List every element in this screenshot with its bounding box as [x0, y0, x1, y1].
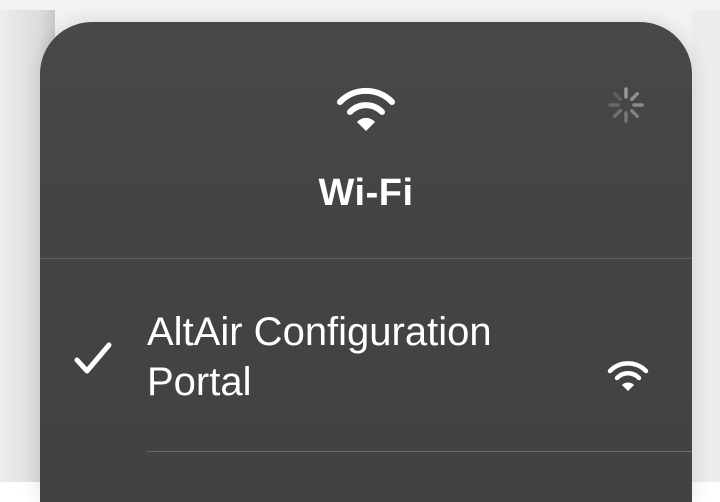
network-list-item[interactable]: AltAir Configuration Portal — [40, 259, 692, 451]
network-name: AltAir Configuration Portal — [147, 307, 617, 407]
background-right-edge — [692, 10, 720, 482]
loading-spinner-icon — [608, 87, 644, 123]
wifi-panel-header: Wi-Fi — [40, 22, 692, 258]
checkmark-icon — [74, 342, 112, 374]
network-name-line-1: AltAir Configuration — [147, 310, 492, 354]
wifi-panel: Wi-Fi AltAir Configuration Portal — [40, 22, 692, 502]
network-name-line-2: Portal — [147, 360, 252, 404]
wifi-icon[interactable] — [336, 86, 396, 132]
panel-title: Wi-Fi — [318, 172, 414, 214]
wifi-signal-icon — [607, 361, 649, 391]
list-separator — [147, 451, 692, 452]
